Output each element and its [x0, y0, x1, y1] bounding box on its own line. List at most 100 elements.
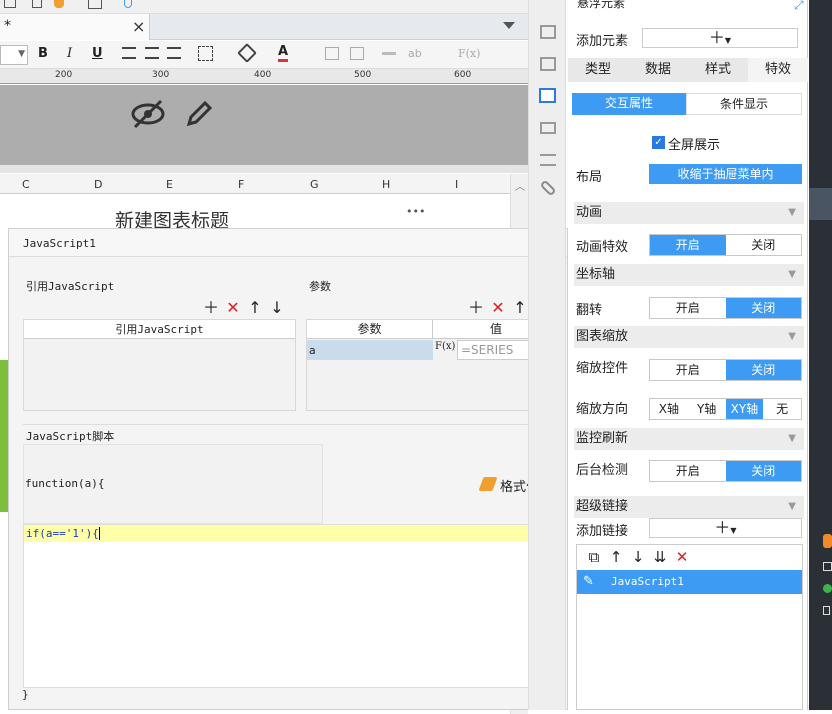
link-icon[interactable] [539, 179, 557, 197]
layout-icon[interactable] [540, 25, 556, 39]
anim-on-button[interactable]: 开启 [650, 235, 726, 255]
chevron-down-icon: ▼ [724, 36, 732, 45]
bg-check-label: 后台检测 [576, 463, 629, 478]
copy-icon[interactable] [32, 0, 42, 8]
section-zoom[interactable]: 图表缩放 ▼ [574, 326, 804, 348]
display-icon[interactable] [540, 122, 556, 134]
column-header[interactable]: D [94, 178, 102, 191]
tab-close-icon[interactable]: × [132, 17, 145, 36]
bg-off-button[interactable]: 关闭 [725, 461, 801, 481]
layout-select[interactable]: 收缩于抽屉菜单内 [649, 164, 802, 184]
widget-icon[interactable] [540, 57, 556, 71]
tray-icon[interactable] [823, 562, 832, 571]
value-col: 值 [489, 322, 502, 336]
zoom-on-button[interactable]: 开启 [650, 360, 726, 380]
text-cursor [98, 527, 100, 540]
dir-none-button[interactable]: 无 [763, 399, 801, 419]
dir-y-button[interactable]: Y轴 [688, 399, 726, 419]
tab-data[interactable]: 数据 [628, 58, 688, 82]
panel-top-label: 悬浮元素 [577, 0, 626, 10]
dir-x-button[interactable]: X轴 [650, 399, 688, 419]
section-monitor[interactable]: 监控刷新 ▼ [574, 428, 804, 450]
speaker-icon[interactable] [823, 606, 830, 615]
delete-icon[interactable]: ✕ [487, 298, 509, 317]
tab-style[interactable]: 样式 [688, 58, 748, 82]
section-axis[interactable]: 坐标轴 ▼ [574, 264, 804, 286]
code-editor[interactable]: if(a=='1'){ [23, 524, 561, 688]
underline-button[interactable]: U [92, 46, 103, 61]
merge-icon[interactable] [382, 52, 396, 55]
column-header[interactable]: I [455, 178, 458, 191]
section-hyperlink[interactable]: 超级链接 ▼ [574, 496, 804, 518]
formula-icon[interactable]: F(x) [435, 341, 455, 352]
dir-xy-button[interactable]: XY轴 [725, 399, 764, 419]
pin-icon[interactable] [124, 0, 132, 8]
edit-icon[interactable]: ✎ [583, 570, 594, 594]
collapse-icon: ▼ [788, 501, 796, 512]
ruler-mark: 600 [454, 70, 472, 80]
delete-icon[interactable]: ✕ [222, 298, 244, 317]
tab-effects[interactable]: 特效 [748, 58, 808, 82]
ab-icon[interactable]: ab [408, 47, 422, 60]
section-animation[interactable]: 动画 ▼ [574, 202, 804, 224]
copy-icon[interactable]: ⧉ [583, 545, 605, 569]
ruler-mark: 500 [354, 70, 372, 80]
add-icon[interactable]: ＋ [200, 294, 222, 318]
stack-icon[interactable] [540, 154, 556, 166]
tray-icon[interactable] [823, 534, 832, 548]
flip-on-button[interactable]: 开启 [650, 298, 726, 318]
tab-type[interactable]: 类型 [568, 58, 628, 82]
move-bottom-icon[interactable]: ⇊ [649, 545, 671, 569]
add-element-button[interactable]: ＋▼ [642, 28, 798, 48]
selected-frame-icon[interactable] [539, 88, 556, 103]
column-header[interactable]: G [310, 178, 319, 191]
top-toolbar [0, 0, 528, 14]
arrow-up-icon[interactable]: ↑ [605, 545, 627, 569]
bold-button[interactable]: B [38, 46, 48, 61]
zoom-off-button[interactable]: 关闭 [725, 360, 801, 380]
add-icon[interactable]: ＋ [465, 294, 487, 318]
arrow-up-icon[interactable]: ↑ [244, 298, 266, 317]
align-left-icon[interactable] [122, 47, 136, 59]
preview-icon[interactable] [88, 0, 102, 9]
fullscreen-checkbox[interactable]: ✓ [652, 136, 665, 149]
arrow-down-icon[interactable]: ↓ [266, 298, 288, 317]
collapse-icon: ▼ [788, 433, 796, 444]
hand-icon[interactable] [54, 0, 64, 8]
align-right-icon[interactable] [167, 47, 181, 59]
table-icon[interactable] [350, 47, 364, 60]
pencil-icon[interactable] [183, 98, 215, 130]
flip-off-button[interactable]: 关闭 [725, 298, 801, 318]
arrow-down-icon[interactable]: ↓ [627, 545, 649, 569]
italic-button[interactable]: I [67, 46, 72, 61]
font-size-select[interactable]: ▼ [0, 45, 28, 65]
bg-on-button[interactable]: 开启 [650, 461, 726, 481]
scroll-up-icon[interactable]: ︿ [515, 178, 525, 193]
column-header[interactable]: C [22, 178, 30, 191]
subtab-condition[interactable]: 条件显示 [686, 93, 802, 115]
column-header[interactable]: H [382, 178, 390, 191]
grid-icon[interactable] [325, 47, 339, 60]
tab-report[interactable]: * [0, 14, 150, 40]
column-header[interactable]: F [238, 178, 244, 191]
link-item[interactable]: ✎ JavaScript1 [577, 570, 802, 594]
subtabs: 交互属性 条件显示 [572, 93, 802, 115]
more-icon[interactable]: ••• [406, 205, 425, 218]
column-header[interactable]: E [166, 178, 173, 191]
fx-icon[interactable]: F(x) [458, 47, 480, 60]
tray-icon[interactable] [823, 584, 832, 593]
subtab-interaction[interactable]: 交互属性 [572, 93, 686, 115]
param-name-cell[interactable]: a [307, 340, 433, 360]
add-link-button[interactable]: ＋▼ [649, 518, 802, 538]
align-center-icon[interactable] [145, 47, 159, 59]
tab-menu-icon[interactable] [503, 22, 515, 29]
eye-hidden-icon[interactable] [130, 98, 166, 130]
tool-icon[interactable] [4, 0, 16, 8]
fill-color-icon[interactable] [237, 43, 257, 63]
dialog-title-bar: JavaScript1 [9, 229, 567, 257]
delete-icon[interactable]: ✕ [671, 545, 693, 569]
expand-icon[interactable]: ⤢ [794, 0, 804, 13]
border-icon[interactable] [198, 46, 213, 61]
font-color-icon[interactable]: A [278, 44, 289, 62]
anim-off-button[interactable]: 关闭 [726, 235, 802, 255]
